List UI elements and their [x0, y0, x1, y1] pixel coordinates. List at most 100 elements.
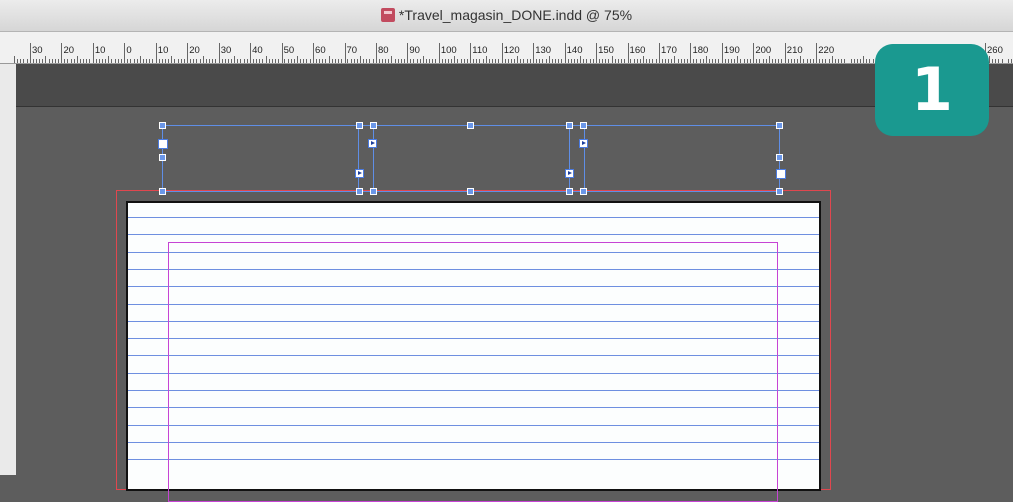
- ruler-minor-tick: [133, 59, 135, 63]
- ruler-minor-tick: [727, 59, 729, 63]
- document-title: *Travel_magasin_DONE.indd @ 75%: [398, 7, 633, 23]
- text-frame-1-in-port-icon[interactable]: [158, 139, 168, 149]
- ruler-minor-tick: [633, 59, 635, 63]
- vertical-ruler[interactable]: [0, 64, 16, 475]
- ruler-minor-tick: [643, 56, 644, 63]
- ruler-minor-tick: [573, 59, 575, 63]
- frame-handle[interactable]: [356, 122, 363, 129]
- ruler-minor-tick: [86, 59, 88, 63]
- ruler-major-tick: [407, 43, 409, 63]
- ruler-minor-tick: [812, 59, 814, 63]
- ruler-tick-label: 10: [94, 45, 106, 56]
- ruler-major-tick: [187, 43, 189, 63]
- ruler-minor-tick: [860, 59, 861, 63]
- ruler-minor-tick: [240, 59, 242, 63]
- ruler-minor-tick: [639, 59, 641, 63]
- ruler-minor-tick: [243, 59, 245, 63]
- ruler-minor-tick: [460, 59, 462, 63]
- ruler-minor-tick: [687, 59, 689, 63]
- text-frame-1-out-port-icon[interactable]: [355, 169, 364, 178]
- frame-handle[interactable]: [159, 122, 166, 129]
- ruler-minor-tick: [394, 59, 396, 63]
- text-frame-2-in-port-icon[interactable]: [368, 139, 377, 148]
- ruler-minor-tick: [177, 59, 179, 63]
- ruler-minor-tick: [696, 59, 698, 63]
- frame-handle[interactable]: [566, 188, 573, 195]
- ruler-minor-tick: [183, 59, 185, 63]
- ruler-major-tick: [816, 43, 818, 63]
- text-frame-2[interactable]: [373, 125, 570, 192]
- ruler-minor-tick: [775, 59, 777, 63]
- frame-handle[interactable]: [776, 122, 783, 129]
- frame-handle[interactable]: [356, 188, 363, 195]
- ruler-minor-tick: [457, 59, 459, 63]
- ruler-minor-tick: [215, 59, 217, 63]
- ruler-minor-tick: [231, 59, 232, 63]
- frame-handle[interactable]: [159, 154, 166, 161]
- ruler-tick-label: 60: [315, 45, 326, 56]
- ruler-minor-tick: [378, 59, 380, 63]
- ruler-minor-tick: [262, 59, 264, 63]
- ruler-minor-tick: [334, 59, 336, 63]
- ruler-minor-tick: [42, 59, 44, 63]
- ruler-minor-tick: [171, 56, 173, 63]
- ruler-minor-tick: [567, 59, 569, 63]
- ruler-minor-tick: [680, 59, 682, 63]
- ruler-minor-tick: [356, 59, 358, 63]
- ruler-minor-tick: [536, 59, 538, 63]
- ruler-major-tick: [375, 43, 377, 63]
- ruler-major-tick: [313, 43, 315, 63]
- frame-handle[interactable]: [776, 188, 783, 195]
- ruler-minor-tick: [576, 59, 578, 63]
- ruler-minor-tick: [602, 59, 604, 63]
- step-number-badge: 1: [875, 44, 989, 136]
- ruler-minor-tick: [800, 56, 802, 63]
- ruler-minor-tick: [636, 59, 638, 63]
- ruler-minor-tick: [834, 59, 836, 63]
- ruler-minor-tick: [790, 59, 792, 63]
- frame-handle[interactable]: [159, 188, 166, 195]
- ruler-minor-tick: [120, 59, 122, 63]
- ruler-minor-tick: [297, 56, 299, 63]
- ruler-minor-tick: [350, 59, 352, 63]
- ruler-minor-tick: [611, 56, 613, 63]
- ruler-minor-tick: [869, 59, 871, 63]
- ruler-tick-label: 120: [503, 45, 520, 56]
- ruler-major-tick: [627, 43, 629, 63]
- ruler-minor-tick: [1001, 59, 1003, 63]
- ruler-minor-tick: [48, 59, 50, 63]
- ruler-minor-tick: [271, 59, 273, 63]
- frame-handle[interactable]: [580, 122, 587, 129]
- ruler-major-tick: [721, 43, 723, 63]
- ruler-minor-tick: [844, 59, 846, 63]
- frame-handle[interactable]: [467, 188, 474, 195]
- text-frame-1[interactable]: [162, 125, 359, 192]
- text-frame-3[interactable]: [584, 125, 780, 192]
- text-frame-3-in-port-icon[interactable]: [579, 139, 588, 148]
- ruler-minor-tick: [331, 59, 333, 63]
- ruler-minor-tick: [26, 59, 28, 63]
- ruler-minor-tick: [768, 56, 770, 63]
- text-frame-2-out-port-icon[interactable]: [565, 169, 574, 178]
- text-frame-3-out-port-icon[interactable]: [776, 169, 786, 179]
- horizontal-ruler[interactable]: 30 20 10 0 10 20 30 40 50 60 70 80 90 100 110 120 130 140…: [0, 32, 1013, 64]
- ruler-minor-tick: [278, 59, 280, 63]
- frame-handle[interactable]: [580, 188, 587, 195]
- frame-handle[interactable]: [467, 122, 474, 129]
- ruler-minor-tick: [300, 59, 302, 63]
- ruler-minor-tick: [444, 59, 446, 63]
- ruler-minor-tick: [32, 59, 34, 63]
- document-tab-bar: [16, 64, 1013, 107]
- ruler-minor-tick: [819, 59, 821, 63]
- frame-handle[interactable]: [370, 122, 377, 129]
- ruler-minor-tick: [488, 59, 490, 63]
- frame-handle[interactable]: [370, 188, 377, 195]
- ruler-major-tick: [218, 43, 220, 63]
- frame-handle[interactable]: [566, 122, 573, 129]
- ruler-minor-tick: [23, 59, 25, 63]
- ruler-tick-label: 20: [63, 45, 75, 56]
- ruler-minor-tick: [718, 59, 720, 63]
- ruler-minor-tick: [558, 59, 560, 63]
- ruler-minor-tick: [586, 59, 588, 63]
- frame-handle[interactable]: [776, 154, 783, 161]
